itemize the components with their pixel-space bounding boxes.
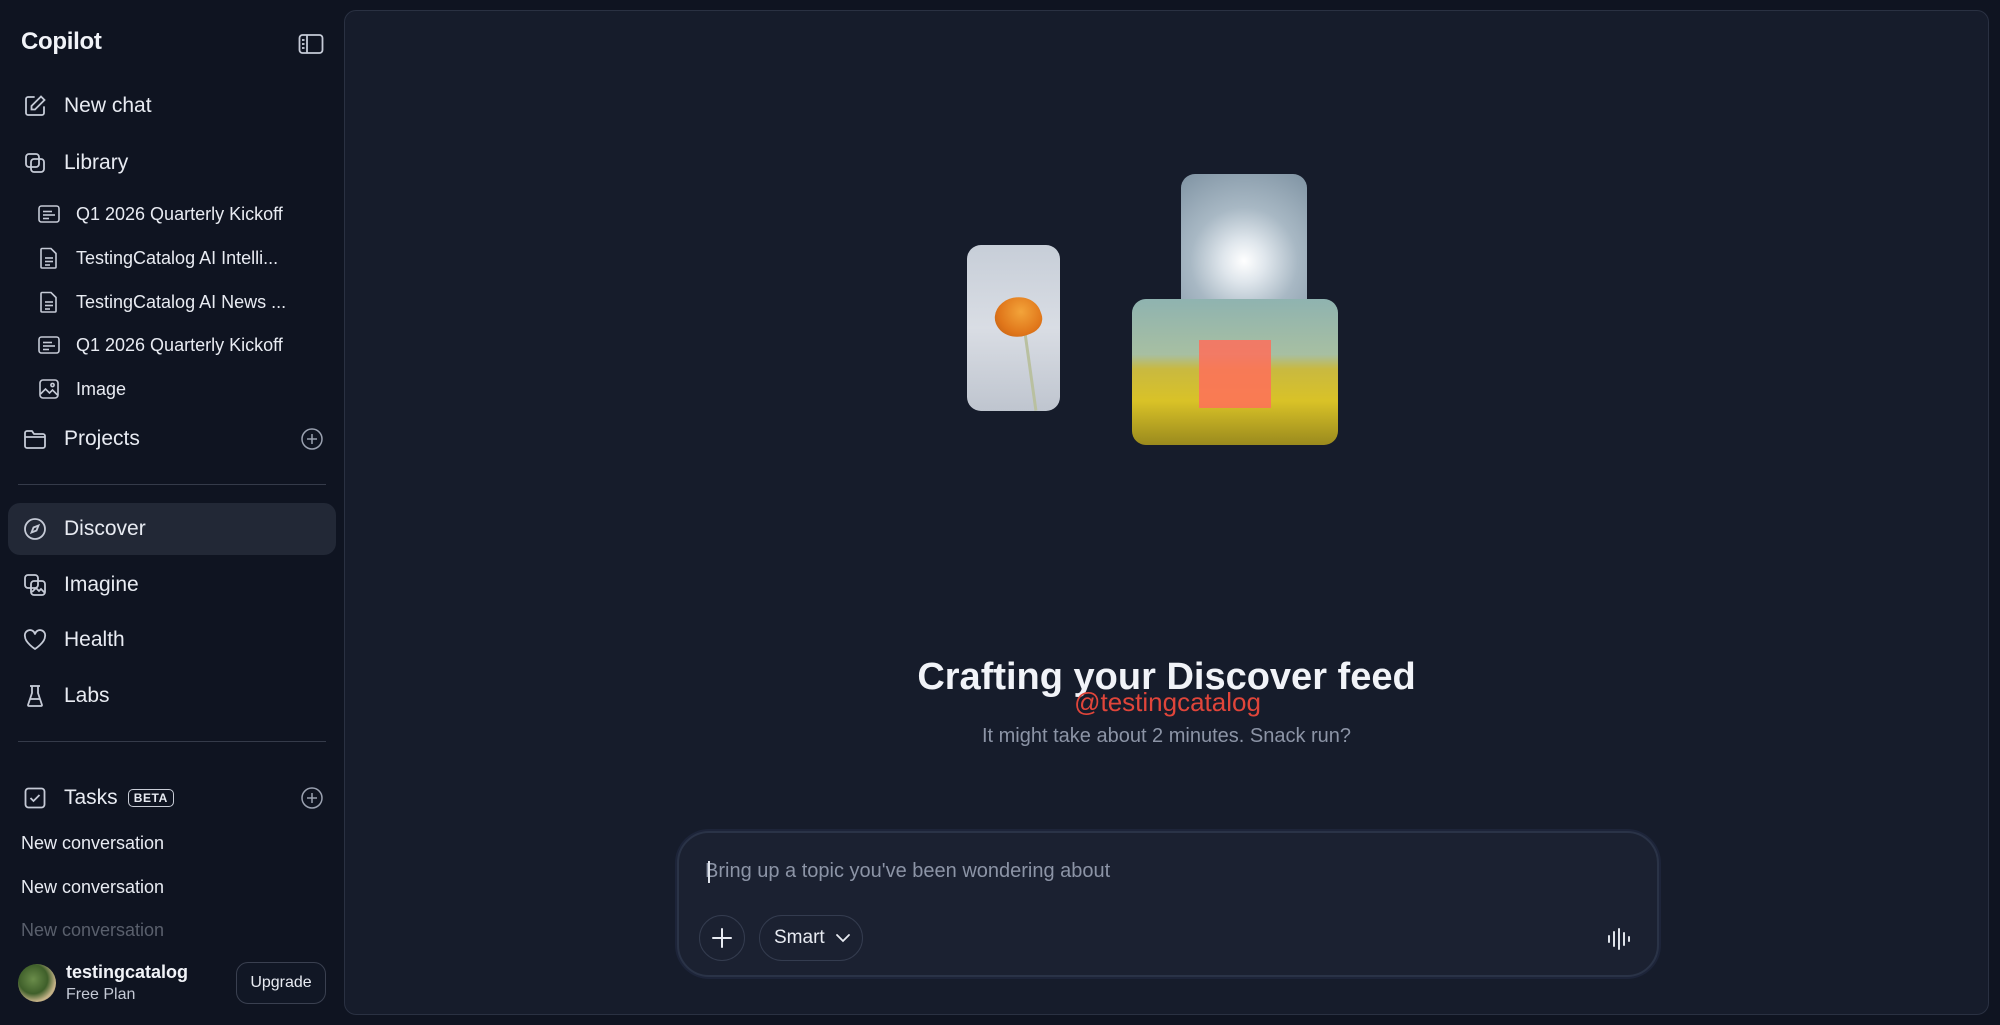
beta-badge: BETA <box>127 789 174 807</box>
folder-icon <box>22 426 48 452</box>
plus-circle-icon <box>301 787 323 809</box>
nav-new-chat[interactable]: New chat <box>8 80 336 132</box>
plus-icon <box>712 928 732 948</box>
library-item-label: TestingCatalog AI News ... <box>76 291 287 312</box>
nav-imagine[interactable]: Imagine <box>8 559 336 611</box>
sidebar-toggle-button[interactable] <box>297 32 325 56</box>
page-subtitle: It might take about 2 minutes. Snack run… <box>981 725 1352 747</box>
heart-icon <box>22 627 48 653</box>
nav-label: Library <box>64 151 129 174</box>
voice-button[interactable] <box>1599 919 1639 959</box>
add-task-button[interactable] <box>300 786 324 810</box>
collage-image-field <box>1132 299 1338 445</box>
library-item[interactable]: Q1 2026 Quarterly Kickoff <box>30 325 330 365</box>
avatar[interactable] <box>18 964 56 1002</box>
sidebar-divider <box>18 741 326 742</box>
user-name: testingcatalog <box>66 962 189 982</box>
library-item-label: Image <box>76 378 127 399</box>
mode-dropdown[interactable]: Smart <box>759 915 863 961</box>
collage-image-light <box>1181 174 1307 319</box>
conversation-item[interactable]: New conversation <box>21 920 164 941</box>
brand-logo[interactable]: Copilot <box>21 28 102 56</box>
page-icon <box>38 203 60 225</box>
library-item[interactable]: TestingCatalog AI News ... <box>30 282 330 322</box>
nav-library[interactable]: Library <box>8 137 336 189</box>
library-item[interactable]: TestingCatalog AI Intelli... <box>30 238 330 278</box>
document-icon <box>38 247 60 269</box>
checkbox-icon <box>22 785 48 811</box>
compass-icon <box>22 516 48 542</box>
nav-tasks[interactable]: Tasks BETA <box>8 772 336 824</box>
nav-label: Health <box>64 628 125 651</box>
main-panel: Crafting your Discover feed @testingcata… <box>344 10 1989 1015</box>
nav-discover[interactable]: Discover <box>8 503 336 555</box>
conversation-item[interactable]: New conversation <box>21 833 164 854</box>
library-item[interactable]: Q1 2026 Quarterly Kickoff <box>30 194 330 234</box>
nav-projects[interactable]: Projects <box>8 413 336 465</box>
voice-waveform-icon <box>1608 928 1630 950</box>
image-icon <box>38 378 60 400</box>
text-caret <box>708 861 710 883</box>
nav-label: Labs <box>64 684 110 707</box>
plus-circle-icon <box>301 428 323 450</box>
nav-health[interactable]: Health <box>8 614 336 666</box>
sidebar-divider <box>18 484 326 485</box>
nav-labs[interactable]: Labs <box>8 670 336 722</box>
chat-input[interactable] <box>705 851 1605 891</box>
add-project-button[interactable] <box>300 427 324 451</box>
chat-composer: Smart <box>677 831 1659 977</box>
imagine-icon <box>22 572 48 598</box>
discover-collage <box>967 164 1387 454</box>
user-plan: Free Plan <box>66 986 136 1003</box>
user-profile[interactable]: testingcatalog Free Plan Upgrade <box>18 962 328 1006</box>
upgrade-button[interactable]: Upgrade <box>236 962 326 1004</box>
document-icon <box>38 291 60 313</box>
page-icon <box>38 334 60 356</box>
library-item-label: Q1 2026 Quarterly Kickoff <box>76 203 283 224</box>
sidebar-toggle-icon <box>298 34 324 54</box>
library-item-label: Q1 2026 Quarterly Kickoff <box>76 334 283 355</box>
nav-label: Tasks <box>64 786 118 809</box>
collage-image-flower <box>967 245 1060 411</box>
nav-label: Discover <box>64 517 146 540</box>
nav-label: Imagine <box>64 573 139 596</box>
sidebar: Copilot New chat Library Q1 2026 Quarter… <box>0 0 343 1025</box>
attach-button[interactable] <box>699 915 745 961</box>
library-icon <box>22 150 48 176</box>
nav-label: Projects <box>64 427 140 450</box>
flask-icon <box>22 683 48 709</box>
library-item[interactable]: Image <box>30 369 330 409</box>
nav-label: New chat <box>64 94 152 117</box>
watermark-text: @testingcatalog <box>1074 687 1261 717</box>
library-item-label: TestingCatalog AI Intelli... <box>76 247 279 268</box>
mode-label: Smart <box>774 927 825 948</box>
conversation-item[interactable]: New conversation <box>21 877 164 898</box>
chevron-down-icon <box>835 934 850 943</box>
compose-icon <box>22 93 48 119</box>
